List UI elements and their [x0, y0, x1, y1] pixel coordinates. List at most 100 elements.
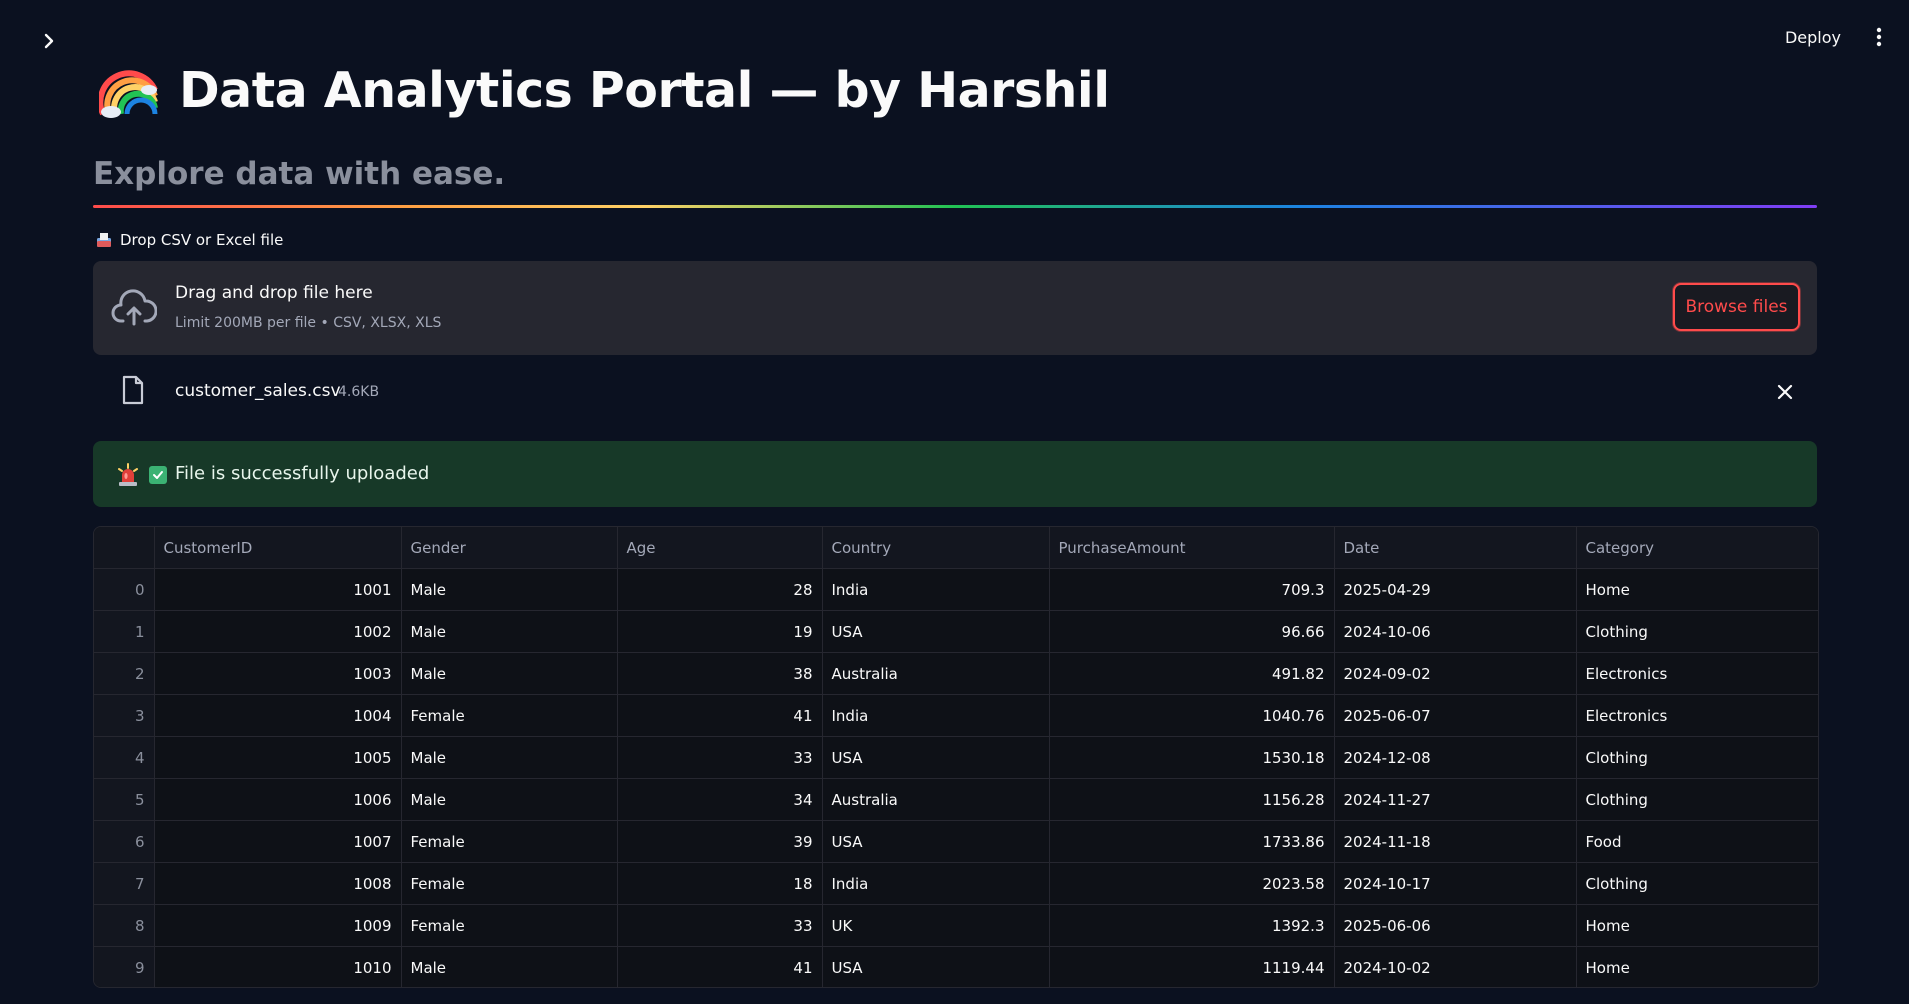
table-cell[interactable]: 39: [617, 820, 823, 863]
table-cell[interactable]: Clothing: [1576, 610, 1818, 653]
table-cell[interactable]: Male: [401, 778, 618, 821]
table-cell[interactable]: 1733.86: [1049, 820, 1335, 863]
table-cell[interactable]: Home: [1576, 904, 1818, 947]
table-cell[interactable]: Female: [401, 862, 618, 905]
table-cell[interactable]: India: [822, 568, 1050, 611]
check-box-icon: [149, 466, 167, 484]
table-cell[interactable]: 1156.28: [1049, 778, 1335, 821]
row-index: 9: [94, 946, 155, 987]
table-cell[interactable]: Home: [1576, 947, 1818, 988]
table-cell[interactable]: Male: [401, 652, 618, 695]
table-cell[interactable]: Female: [401, 820, 618, 863]
column-header[interactable]: Age: [617, 527, 823, 569]
table-cell[interactable]: 2024-10-06: [1334, 610, 1577, 653]
top-toolbar: Deploy: [1779, 22, 1887, 52]
table-cell[interactable]: Food: [1576, 820, 1818, 863]
browse-files-button[interactable]: Browse files: [1673, 283, 1800, 331]
table-cell[interactable]: 2023.58: [1049, 862, 1335, 905]
table-cell[interactable]: India: [822, 694, 1050, 737]
table-cell[interactable]: USA: [822, 610, 1050, 653]
row-index: 0: [94, 568, 155, 611]
column-header[interactable]: Gender: [401, 527, 618, 569]
table-cell[interactable]: Clothing: [1576, 736, 1818, 779]
table-cell[interactable]: 28: [617, 568, 823, 611]
table-cell[interactable]: Australia: [822, 652, 1050, 695]
table-cell[interactable]: UK: [822, 904, 1050, 947]
column-header[interactable]: Country: [822, 527, 1050, 569]
uploader-label-text: Drop CSV or Excel file: [120, 231, 284, 249]
table-cell[interactable]: 2025-06-06: [1334, 904, 1577, 947]
table-cell[interactable]: 1010: [154, 946, 402, 987]
file-dropzone[interactable]: Drag and drop file here Limit 200MB per …: [93, 261, 1817, 355]
table-cell[interactable]: Female: [401, 904, 618, 947]
table-cell[interactable]: USA: [822, 946, 1050, 987]
table-cell[interactable]: 1008: [154, 862, 402, 905]
row-index: 3: [94, 694, 155, 737]
table-cell[interactable]: 2024-12-08: [1334, 736, 1577, 779]
table-cell[interactable]: 491.82: [1049, 652, 1335, 695]
table-cell[interactable]: 2025-06-07: [1334, 694, 1577, 737]
column-header[interactable]: CustomerID: [154, 527, 402, 569]
page-subtitle: Explore data with ease.: [93, 156, 506, 192]
table-cell[interactable]: 41: [617, 694, 823, 737]
page-title: Data Analytics Portal — by Harshil: [179, 61, 1110, 119]
table-cell[interactable]: 2024-09-02: [1334, 652, 1577, 695]
table-cell[interactable]: 1007: [154, 820, 402, 863]
table-cell[interactable]: 1009: [154, 904, 402, 947]
table-cell[interactable]: 2024-11-18: [1334, 820, 1577, 863]
table-cell[interactable]: Home: [1576, 568, 1818, 611]
table-cell[interactable]: 709.3: [1049, 568, 1335, 611]
table-cell[interactable]: 1002: [154, 610, 402, 653]
table-cell[interactable]: 1004: [154, 694, 402, 737]
table-cell[interactable]: 1530.18: [1049, 736, 1335, 779]
table-cell[interactable]: Male: [401, 610, 618, 653]
column-header-index: [94, 527, 155, 569]
table-cell[interactable]: Electronics: [1576, 694, 1818, 737]
table-cell[interactable]: Male: [401, 568, 618, 611]
table-row: 6 1007 Female 39 USA 1733.86 2024-11-18 …: [94, 820, 1818, 863]
table-cell[interactable]: 96.66: [1049, 610, 1335, 653]
table-cell[interactable]: 38: [617, 652, 823, 695]
table-row: 5 1006 Male 34 Australia 1156.28 2024-11…: [94, 778, 1818, 821]
table-cell[interactable]: Female: [401, 694, 618, 737]
table-cell[interactable]: 1040.76: [1049, 694, 1335, 737]
table-cell[interactable]: 2024-10-02: [1334, 946, 1577, 987]
page-title-row: Data Analytics Portal — by Harshil: [99, 60, 1110, 120]
table-cell[interactable]: Clothing: [1576, 778, 1818, 821]
data-table[interactable]: CustomerID Gender Age Country PurchaseAm…: [93, 526, 1819, 988]
table-cell[interactable]: Male: [401, 736, 618, 779]
table-cell[interactable]: 34: [617, 778, 823, 821]
table-cell[interactable]: 1392.3: [1049, 904, 1335, 947]
table-cell[interactable]: 1003: [154, 652, 402, 695]
table-cell[interactable]: USA: [822, 820, 1050, 863]
table-cell[interactable]: 2024-10-17: [1334, 862, 1577, 905]
table-cell[interactable]: India: [822, 862, 1050, 905]
close-icon[interactable]: [1775, 382, 1795, 402]
table-cell[interactable]: 2024-11-27: [1334, 778, 1577, 821]
column-header[interactable]: Category: [1576, 527, 1818, 569]
table-cell[interactable]: 1001: [154, 568, 402, 611]
table-cell[interactable]: USA: [822, 736, 1050, 779]
table-cell[interactable]: 33: [617, 904, 823, 947]
column-header[interactable]: PurchaseAmount: [1049, 527, 1335, 569]
row-index: 1: [94, 610, 155, 653]
table-cell[interactable]: 18: [617, 862, 823, 905]
row-index: 5: [94, 778, 155, 821]
table-cell[interactable]: 2025-04-29: [1334, 568, 1577, 611]
table-cell[interactable]: 19: [617, 610, 823, 653]
table-cell[interactable]: 1119.44: [1049, 946, 1335, 987]
table-cell[interactable]: Electronics: [1576, 652, 1818, 695]
table-cell[interactable]: 33: [617, 736, 823, 779]
deploy-button[interactable]: Deploy: [1779, 24, 1847, 51]
chevron-right-icon: [44, 33, 54, 49]
main-menu-button[interactable]: [1871, 22, 1887, 52]
column-header[interactable]: Date: [1334, 527, 1577, 569]
table-row: 9 1010 Male 41 USA 1119.44 2024-10-02 Ho…: [94, 946, 1818, 988]
table-cell[interactable]: 1006: [154, 778, 402, 821]
table-cell[interactable]: 1005: [154, 736, 402, 779]
sidebar-expand-button[interactable]: [36, 26, 62, 56]
table-cell[interactable]: 41: [617, 946, 823, 987]
table-cell[interactable]: Clothing: [1576, 862, 1818, 905]
table-cell[interactable]: Male: [401, 946, 618, 987]
table-cell[interactable]: Australia: [822, 778, 1050, 821]
